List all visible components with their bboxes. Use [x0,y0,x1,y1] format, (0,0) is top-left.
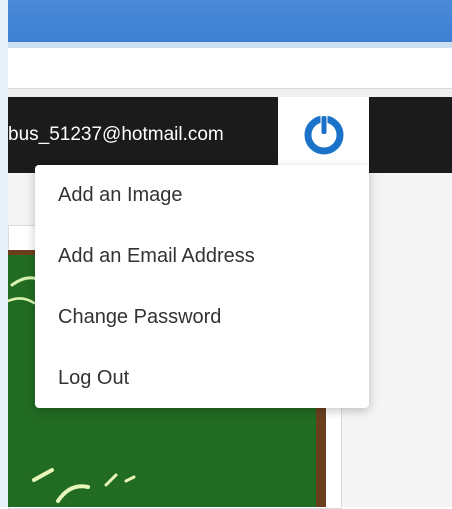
power-button[interactable] [278,97,369,173]
menu-item-log-out[interactable]: Log Out [35,348,369,408]
menu-item-add-image[interactable]: Add an Image [35,165,369,225]
power-icon [304,114,344,155]
menu-item-add-email[interactable]: Add an Email Address [35,226,369,286]
window-left-edge [0,0,8,507]
account-email: bus_51237@hotmail.com [8,124,224,145]
account-dropdown-menu: Add an Image Add an Email Address Change… [35,165,369,408]
window-title-bar [8,0,452,42]
toolbar-divider [8,89,452,97]
address-bar[interactable] [8,48,452,89]
menu-item-change-password[interactable]: Change Password [35,287,369,347]
